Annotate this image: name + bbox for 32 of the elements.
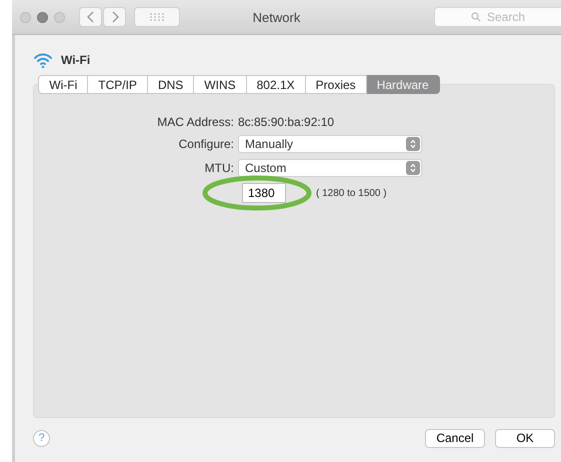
- chevron-right-icon: [110, 11, 118, 23]
- field-label: Configure:: [178, 137, 234, 151]
- configure-dropdown[interactable]: Manually: [238, 135, 422, 153]
- forward-button[interactable]: [103, 7, 126, 27]
- back-button[interactable]: [79, 7, 102, 27]
- field-label: MAC Address:: [156, 115, 234, 129]
- dot-grid-icon: [150, 13, 164, 21]
- tab[interactable]: Wi-Fi: [38, 75, 88, 94]
- tab[interactable]: DNS: [148, 75, 194, 94]
- stepper-icon: [406, 137, 420, 151]
- tab[interactable]: WINS: [194, 75, 247, 94]
- wifi-icon: [33, 52, 53, 68]
- cancel-button[interactable]: Cancel: [425, 428, 485, 448]
- mtu-dropdown[interactable]: Custom: [238, 159, 422, 177]
- tab[interactable]: 802.1X: [246, 75, 306, 94]
- show-all-button[interactable]: [134, 7, 180, 27]
- search-field[interactable]: Search: [434, 7, 561, 27]
- close-icon[interactable]: [20, 12, 31, 22]
- zoom-icon[interactable]: [54, 12, 65, 22]
- mtu-input[interactable]: 1380: [242, 183, 286, 203]
- chevron-left-icon: [86, 11, 94, 23]
- search-icon: [471, 12, 481, 22]
- window-title: Network: [252, 10, 302, 24]
- ok-button[interactable]: OK: [495, 428, 555, 448]
- tab[interactable]: Proxies: [306, 75, 367, 94]
- field-label: MTU:: [204, 161, 234, 175]
- tab[interactable]: TCP/IP: [88, 75, 148, 94]
- mac-address: 8c:85:90:ba:92:10: [238, 115, 336, 129]
- interface-name: Wi-Fi: [61, 53, 90, 67]
- range-hint: ( 1280 to 1500 ): [316, 188, 387, 198]
- minimize-icon[interactable]: [37, 12, 48, 22]
- stepper-icon: [406, 161, 420, 175]
